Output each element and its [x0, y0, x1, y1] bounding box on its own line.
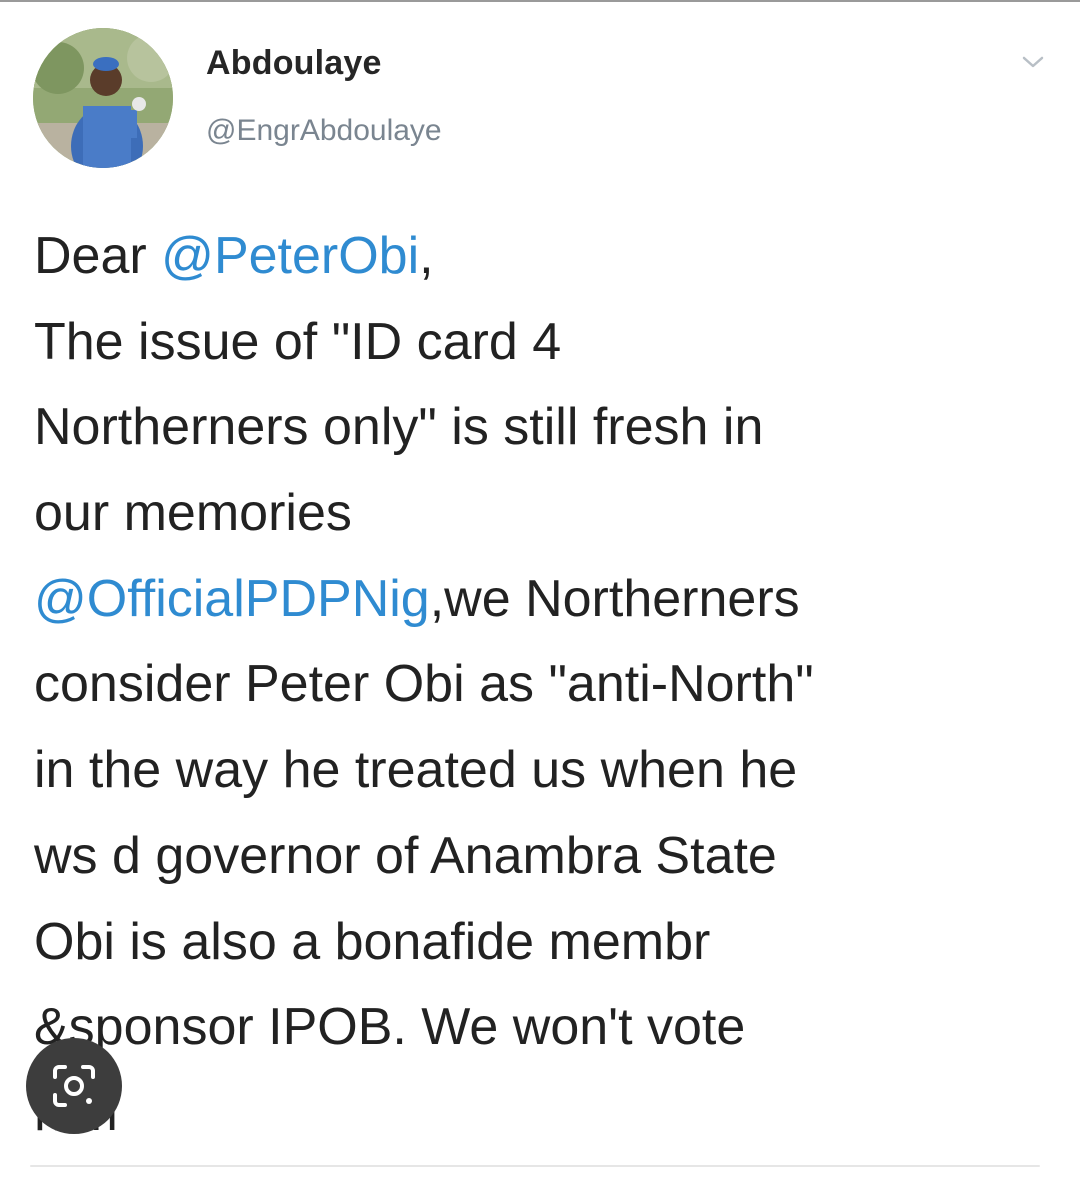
- tweet-text-segment: consider Peter Obi as "anti-North": [34, 655, 814, 714]
- screenshot-page: Abdoulaye @EngrAbdoulaye Dear @PeterObi,…: [0, 0, 1080, 1180]
- mention-link[interactable]: @OfficialPDPNig: [34, 570, 430, 628]
- tweet-text-segment: Dear: [34, 227, 162, 285]
- tweet-text-segment: Obi is also a bonafide membr: [34, 912, 711, 971]
- tweet-text-segment: &sponsor IPOB. We won't vote: [34, 998, 746, 1057]
- tweet-text-segment: ,we Northerners: [429, 569, 800, 628]
- tweet-line: Northerners only" is still fresh in: [34, 385, 1044, 471]
- tweet-line: The issue of "ID card 4: [34, 300, 1044, 386]
- tweet-line: &sponsor IPOB. We won't vote: [34, 985, 1044, 1071]
- tweet-line: our memories: [34, 471, 1044, 557]
- author-handle[interactable]: @EngrAbdoulaye: [206, 114, 442, 148]
- tweet-line: in the way he treated us when he: [34, 728, 1044, 814]
- tweet-text-segment: Northerners only" is still fresh in: [34, 398, 764, 457]
- author-display-name[interactable]: Abdoulaye: [206, 44, 382, 83]
- tweet-line: ws d governor of Anambra State: [34, 814, 1044, 900]
- tweet-line: Obi is also a bonafide membr: [34, 900, 1044, 986]
- google-lens-button[interactable]: [26, 1038, 122, 1134]
- tweet-line: Dear @PeterObi,: [34, 214, 1044, 300]
- top-border: [0, 0, 1080, 2]
- tweet-line: @OfficialPDPNig,we Northerners: [34, 557, 1044, 643]
- tweet-text-segment: The issue of "ID card 4: [34, 312, 562, 371]
- mention-link[interactable]: @PeterObi: [161, 227, 419, 285]
- tweet-text-segment: ,: [419, 227, 434, 285]
- tweet-text-segment: ws d governor of Anambra State: [34, 826, 777, 885]
- tweet-line: consider Peter Obi as "anti-North": [34, 642, 1044, 728]
- avatar-image: [33, 28, 173, 168]
- tweet-text-segment: our memories: [34, 484, 352, 543]
- tweet-line: him: [34, 1071, 1044, 1157]
- avatar[interactable]: [33, 28, 173, 168]
- google-lens-icon: [53, 1065, 95, 1107]
- bottom-divider: [30, 1165, 1040, 1167]
- tweet-text-segment: in the way he treated us when he: [34, 741, 798, 800]
- tweet-text: Dear @PeterObi, The issue of "ID card 4 No…: [34, 214, 1044, 1157]
- chevron-down-icon[interactable]: [1018, 50, 1048, 74]
